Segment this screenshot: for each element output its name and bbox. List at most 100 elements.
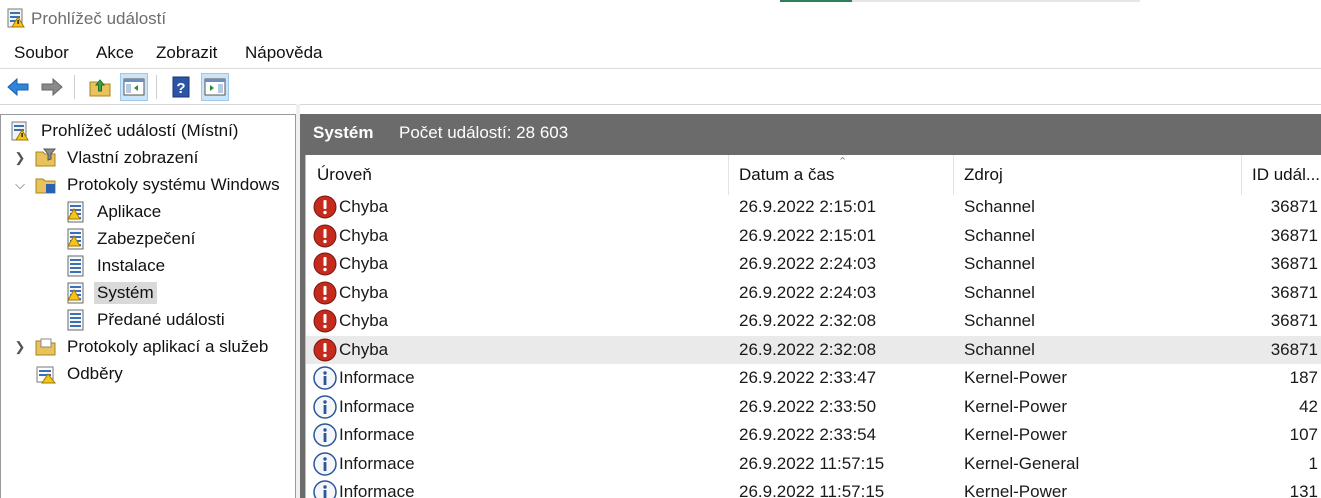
event-id-cell: 36871 bbox=[1270, 311, 1318, 330]
event-viewer-icon bbox=[9, 120, 31, 142]
column-header-label: Datum a čas bbox=[739, 165, 835, 184]
tree-item-security[interactable]: Zabezpečení bbox=[65, 226, 198, 252]
level-cell: Informace bbox=[313, 451, 415, 476]
date-cell: 26.9.2022 2:32:08 bbox=[739, 311, 877, 330]
toolbar-separator bbox=[156, 75, 157, 99]
log-warning-icon bbox=[65, 228, 87, 250]
error-icon bbox=[313, 224, 337, 248]
level-cell: Chyba bbox=[313, 338, 388, 362]
source-cell: Schannel bbox=[964, 254, 1035, 273]
table-row[interactable]: Informace 26.9.2022 11:57:15 Kernel-Genera… bbox=[306, 450, 1321, 478]
column-header-source[interactable]: Zdroj bbox=[954, 155, 1242, 195]
tree-item-setup[interactable]: Instalace bbox=[65, 253, 168, 279]
info-icon bbox=[313, 423, 337, 447]
tree-item-system[interactable]: Systém bbox=[65, 280, 157, 306]
chevron-right-icon[interactable]: ❯ bbox=[13, 150, 27, 166]
date-cell: 26.9.2022 2:33:50 bbox=[739, 396, 877, 416]
level-cell: Chyba bbox=[313, 309, 388, 333]
level-cell: Chyba bbox=[313, 224, 388, 248]
table-row[interactable]: Chyba 26.9.2022 2:32:08 Schannel 36871 bbox=[306, 307, 1321, 335]
table-row[interactable]: Chyba 26.9.2022 2:24:03 Schannel 36871 bbox=[306, 250, 1321, 278]
table-row[interactable]: Informace 26.9.2022 2:33:54 Kernel-Power 10… bbox=[306, 421, 1321, 449]
date-cell: 26.9.2022 2:24:03 bbox=[739, 282, 877, 302]
tree-item-label: Instalace bbox=[97, 256, 166, 275]
window-title: Prohlížeč událostí bbox=[31, 9, 167, 28]
show-hide-tree-button[interactable] bbox=[120, 73, 148, 101]
table-row[interactable]: Chyba 26.9.2022 2:24:03 Schannel 36871 bbox=[306, 279, 1321, 307]
menu-file[interactable]: Soubor bbox=[14, 43, 69, 63]
show-hide-action-pane-button[interactable] bbox=[201, 73, 229, 101]
info-icon bbox=[313, 480, 337, 498]
event-id-cell: 36871 bbox=[1270, 197, 1318, 216]
menu-action[interactable]: Akce bbox=[96, 43, 134, 63]
back-button[interactable] bbox=[4, 73, 32, 101]
menu-view[interactable]: Zobrazit bbox=[156, 43, 217, 63]
event-id-cell: 36871 bbox=[1270, 254, 1318, 273]
level-text: Informace bbox=[339, 453, 415, 473]
log-icon bbox=[65, 309, 87, 331]
title-bar: Prohlížeč událostí bbox=[0, 0, 1321, 36]
tree-item-custom-views[interactable]: ❯ Vlastní zobrazení bbox=[13, 145, 201, 171]
toolbar: ? bbox=[0, 69, 1321, 105]
tree-item-label: Prohlížeč událostí (Místní) bbox=[41, 121, 239, 140]
column-header-label: ID udál... bbox=[1252, 165, 1321, 184]
forward-button[interactable] bbox=[38, 73, 66, 101]
event-id-cell: 42 bbox=[1299, 396, 1318, 416]
column-header-id[interactable]: ID udál... bbox=[1242, 155, 1321, 195]
tree-item-label: Systém bbox=[94, 282, 157, 304]
tree-item-subscriptions[interactable]: Odběry bbox=[35, 361, 126, 387]
tree-item-root[interactable]: Prohlížeč událostí (Místní) bbox=[9, 118, 241, 144]
tree-item-label: Vlastní zobrazení bbox=[67, 148, 199, 167]
level-text: Informace bbox=[339, 482, 415, 498]
log-header: Systém Počet událostí: 28 603 bbox=[300, 114, 1321, 150]
toolbar-separator bbox=[74, 75, 75, 99]
level-cell: Chyba bbox=[313, 281, 388, 305]
tree-item-label: Předané události bbox=[97, 310, 225, 329]
help-button[interactable]: ? bbox=[167, 73, 195, 101]
windows-logs-folder-icon bbox=[35, 174, 57, 196]
tree-item-windows-logs[interactable]: ⌵ Protokoly systému Windows bbox=[13, 172, 283, 198]
table-row[interactable]: Informace 26.9.2022 11:57:15 Kernel-Power 1… bbox=[306, 478, 1321, 498]
navigation-tree: Prohlížeč událostí (Místní) ❯ Vlastní zo… bbox=[0, 114, 296, 498]
level-cell: Chyba bbox=[313, 195, 388, 219]
date-cell: 26.9.2022 2:32:08 bbox=[739, 339, 877, 359]
tree-item-label: Protokoly systému Windows bbox=[67, 175, 280, 194]
level-cell: Chyba bbox=[313, 252, 388, 276]
title-accent-bar bbox=[780, 0, 852, 2]
tree-item-application[interactable]: Aplikace bbox=[65, 199, 164, 225]
sort-ascending-icon: ⌃ bbox=[838, 156, 848, 168]
table-row[interactable]: Chyba 26.9.2022 2:32:08 Schannel 36871 bbox=[306, 335, 1321, 364]
level-text: Chyba bbox=[339, 282, 389, 302]
error-icon bbox=[313, 309, 337, 333]
info-icon bbox=[313, 366, 337, 390]
chevron-down-icon[interactable]: ⌵ bbox=[13, 177, 27, 193]
events-list: Úroveň Datum a čas ⌃ Zdroj ID udál... Ch… bbox=[305, 155, 1321, 498]
source-cell: Schannel bbox=[964, 197, 1035, 216]
table-row[interactable]: Informace 26.9.2022 2:33:47 Kernel-Power 18… bbox=[306, 364, 1321, 392]
tree-item-label: Aplikace bbox=[97, 202, 162, 221]
chevron-right-icon[interactable]: ❯ bbox=[13, 339, 27, 355]
menu-help[interactable]: Nápověda bbox=[245, 43, 323, 63]
tree-item-label: Protokoly aplikací a služeb bbox=[67, 337, 269, 356]
table-row[interactable]: Chyba 26.9.2022 2:15:01 Schannel 36871 bbox=[306, 193, 1321, 221]
event-id-cell: 36871 bbox=[1270, 225, 1318, 245]
table-row[interactable]: Chyba 26.9.2022 2:15:01 Schannel 36871 bbox=[306, 222, 1321, 250]
tree-item-forwarded-events[interactable]: Předané události bbox=[65, 307, 228, 333]
menu-bar: Soubor Akce Zobrazit Nápověda bbox=[0, 36, 1321, 69]
tree-item-apps-services[interactable]: ❯ Protokoly aplikací a služeb bbox=[13, 334, 271, 360]
source-cell: Schannel bbox=[964, 311, 1035, 330]
level-cell: Informace bbox=[313, 366, 415, 390]
level-text: Chyba bbox=[339, 225, 389, 245]
source-cell: Kernel-Power bbox=[964, 396, 1067, 416]
date-cell: 26.9.2022 2:24:03 bbox=[739, 254, 877, 273]
table-row[interactable]: Informace 26.9.2022 2:33:50 Kernel-Power 42 bbox=[306, 393, 1321, 421]
level-text: Chyba bbox=[339, 254, 389, 273]
event-viewer-app-icon bbox=[6, 8, 26, 33]
show-hide-action-pane-icon bbox=[204, 78, 226, 96]
event-id-cell: 187 bbox=[1289, 368, 1318, 387]
column-header-label: Úroveň bbox=[317, 165, 372, 184]
up-folder-button[interactable] bbox=[86, 73, 114, 101]
event-id-cell: 107 bbox=[1289, 425, 1318, 444]
error-icon bbox=[313, 281, 337, 305]
column-header-level[interactable]: Úroveň bbox=[306, 155, 729, 195]
